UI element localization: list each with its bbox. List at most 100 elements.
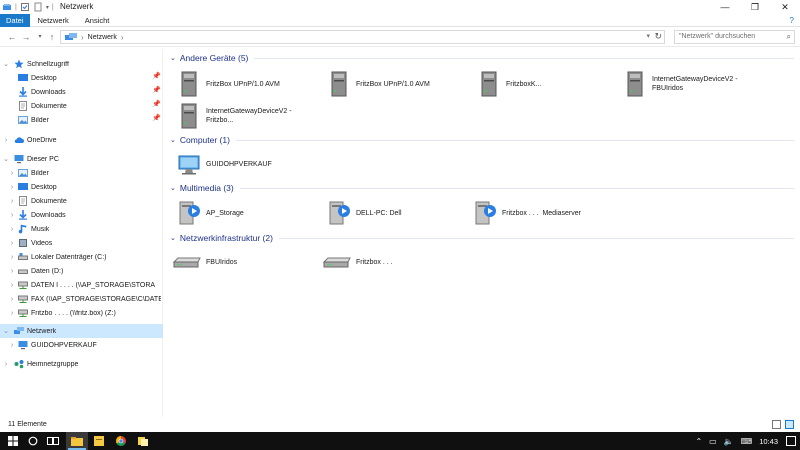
sidebar-item-musik[interactable]: › Musik xyxy=(0,222,163,236)
breadcrumb-separator-icon[interactable]: › xyxy=(121,33,124,42)
expand-chevron-icon[interactable]: › xyxy=(8,198,16,205)
properties-icon[interactable] xyxy=(20,2,30,12)
search-input[interactable]: "Netzwerk" durchsuchen ⌕ xyxy=(674,30,795,44)
sidebar-item-dokumente-quick[interactable]: Dokumente 📌 xyxy=(0,99,163,113)
pin-icon[interactable]: 📌 xyxy=(152,100,161,108)
tab-datei[interactable]: Datei xyxy=(0,14,30,27)
computer-icon xyxy=(14,155,24,164)
sidebar-item-onedrive[interactable]: › OneDrive xyxy=(0,133,163,147)
search-cortana-icon[interactable] xyxy=(22,432,44,450)
minimize-button[interactable]: — xyxy=(710,0,740,14)
network-device-item[interactable]: FritzBox UPnP/1.0 AVM xyxy=(326,69,430,99)
expand-chevron-icon[interactable]: › xyxy=(8,310,16,317)
file-explorer-icon[interactable] xyxy=(66,432,88,450)
group-header-multimedia[interactable]: ⌄ Multimedia (3) xyxy=(170,183,794,193)
collapse-chevron-icon[interactable]: ⌄ xyxy=(170,234,176,242)
expand-chevron-icon[interactable]: › xyxy=(8,282,16,289)
sidebar-item-heimnetzgruppe[interactable]: › Heimnetzgruppe xyxy=(0,357,163,371)
details-view-icon[interactable] xyxy=(772,420,781,429)
network-status-icon[interactable]: ▭ xyxy=(709,437,717,446)
tiles-view-icon[interactable] xyxy=(785,420,794,429)
sidebar-item-netzwerk[interactable]: ⌄ Netzwerk xyxy=(0,324,163,338)
sidebar-item-label: FAX (\\AP_STORAGE\STORAGE\C\DATEN\FAX xyxy=(31,295,161,303)
collapse-chevron-icon[interactable]: ⌄ xyxy=(170,54,176,62)
pin-icon[interactable]: 📌 xyxy=(152,114,161,122)
sidebar-item-net-drive-daten[interactable]: › DATEN I . . . . (\\AP_STORAGE\STORA xyxy=(0,278,163,292)
expand-chevron-icon[interactable]: › xyxy=(2,137,10,144)
sidebar-item-guidohpverkauf[interactable]: › GUIDOHPVERKAUF xyxy=(0,338,163,352)
sidebar-item-drive-c[interactable]: › Lokaler Datenträger (C:) xyxy=(0,250,163,264)
sidebar-item-bilder-quick[interactable]: Bilder 📌 xyxy=(0,113,163,127)
action-center-icon[interactable] xyxy=(786,436,796,446)
network-folder-icon[interactable] xyxy=(2,2,12,12)
router-item[interactable]: FBUIridos xyxy=(172,247,237,277)
sidebar-item-net-drive-fax[interactable]: › FAX (\\AP_STORAGE\STORAGE\C\DATEN\FAX xyxy=(0,292,163,306)
keyboard-icon[interactable]: ⌨ xyxy=(741,437,753,446)
expand-chevron-icon[interactable]: › xyxy=(8,254,16,261)
up-button[interactable]: ↑ xyxy=(46,30,58,44)
network-device-item[interactable]: FritzBox UPnP/1.0 AVM xyxy=(176,69,280,99)
chrome-icon[interactable] xyxy=(110,432,132,450)
network-device-item[interactable]: InternetGatewayDeviceV2 - FBUIridos xyxy=(622,69,738,99)
collapse-chevron-icon[interactable]: ⌄ xyxy=(2,327,10,335)
help-icon[interactable]: ? xyxy=(790,16,794,25)
group-header-other-devices[interactable]: ⌄ Andere Geräte (5) xyxy=(170,53,794,63)
network-device-item[interactable]: InternetGatewayDeviceV2 - Fritzbo... xyxy=(176,101,292,131)
media-device-item[interactable]: DELL-PC: Dell xyxy=(326,198,402,228)
address-bar[interactable]: › Netzwerk › ▾ ↻ xyxy=(60,30,665,44)
expand-chevron-icon[interactable]: › xyxy=(2,361,10,368)
windows-start-icon[interactable] xyxy=(2,432,24,450)
group-header-infrastructure[interactable]: ⌄ Netzwerkinfrastruktur (2) xyxy=(170,233,794,243)
back-button[interactable]: ← xyxy=(6,30,18,44)
customize-dropdown-icon[interactable]: ▾ xyxy=(46,4,49,11)
collapse-chevron-icon[interactable]: ⌄ xyxy=(2,60,10,68)
refresh-icon[interactable]: ↻ xyxy=(654,31,662,42)
tab-netzwerk[interactable]: Netzwerk xyxy=(30,14,77,27)
sidebar-item-schnellzugriff[interactable]: ⌄ Schnellzugriff xyxy=(0,57,163,71)
recent-locations-button[interactable]: ▾ xyxy=(34,30,46,44)
sidebar-item-downloads-quick[interactable]: Downloads 📌 xyxy=(0,85,163,99)
tray-chevron-icon[interactable]: ⌃ xyxy=(695,437,702,446)
pin-icon[interactable]: 📌 xyxy=(152,72,161,80)
sidebar-item-desktop[interactable]: › Desktop xyxy=(0,180,163,194)
media-device-item[interactable]: Fritzbox . . . Mediaserver xyxy=(472,198,581,228)
expand-chevron-icon[interactable]: › xyxy=(8,212,16,219)
sidebar-item-bilder[interactable]: › Bilder xyxy=(0,166,163,180)
breadcrumb-separator-icon[interactable]: › xyxy=(81,33,84,42)
forward-button[interactable]: → xyxy=(20,30,32,44)
notes-app-icon[interactable] xyxy=(132,432,154,450)
expand-chevron-icon[interactable]: › xyxy=(8,240,16,247)
tab-ansicht[interactable]: Ansicht xyxy=(77,14,118,27)
maximize-button[interactable]: ❐ xyxy=(740,0,770,14)
volume-icon[interactable]: 🔈 xyxy=(724,437,734,446)
sidebar-item-videos[interactable]: › Videos xyxy=(0,236,163,250)
collapse-chevron-icon[interactable]: ⌄ xyxy=(170,136,176,144)
expand-chevron-icon[interactable]: › xyxy=(8,226,16,233)
expand-chevron-icon[interactable]: › xyxy=(8,170,16,177)
sidebar-item-net-drive-fritzbox[interactable]: › Fritzbo . . . . (\\fritz.box) (Z:) xyxy=(0,306,163,320)
expand-chevron-icon[interactable]: › xyxy=(8,296,16,303)
media-device-item[interactable]: AP_Storage xyxy=(176,198,244,228)
breadcrumb[interactable]: Netzwerk xyxy=(88,34,117,41)
sidebar-item-dieser-pc[interactable]: ⌄ Dieser PC xyxy=(0,152,163,166)
expand-chevron-icon[interactable]: › xyxy=(8,184,16,191)
collapse-chevron-icon[interactable]: ⌄ xyxy=(2,155,10,163)
pin-icon[interactable]: 📌 xyxy=(152,86,161,94)
collapse-chevron-icon[interactable]: ⌄ xyxy=(170,184,176,192)
sidebar-item-desktop-quick[interactable]: Desktop 📌 xyxy=(0,71,163,85)
address-dropdown-icon[interactable]: ▾ xyxy=(646,32,650,40)
new-folder-icon[interactable] xyxy=(33,2,43,12)
close-button[interactable]: ✕ xyxy=(770,0,800,14)
sidebar-item-dokumente[interactable]: › Dokumente xyxy=(0,194,163,208)
network-device-item[interactable]: FritzboxK... xyxy=(476,69,541,99)
expand-chevron-icon[interactable]: › xyxy=(8,268,16,275)
clock[interactable]: 10:43 xyxy=(759,437,778,446)
group-header-computer[interactable]: ⌄ Computer (1) xyxy=(170,135,794,145)
router-item[interactable]: Fritzbox . . . xyxy=(322,247,393,277)
task-view-icon[interactable] xyxy=(42,432,64,450)
expand-chevron-icon[interactable]: › xyxy=(8,342,16,349)
computer-item[interactable]: GUIDOHPVERKAUF xyxy=(176,149,272,179)
sticky-notes-icon[interactable] xyxy=(88,432,110,450)
sidebar-item-downloads[interactable]: › Downloads xyxy=(0,208,163,222)
sidebar-item-drive-d[interactable]: › Daten (D:) xyxy=(0,264,163,278)
